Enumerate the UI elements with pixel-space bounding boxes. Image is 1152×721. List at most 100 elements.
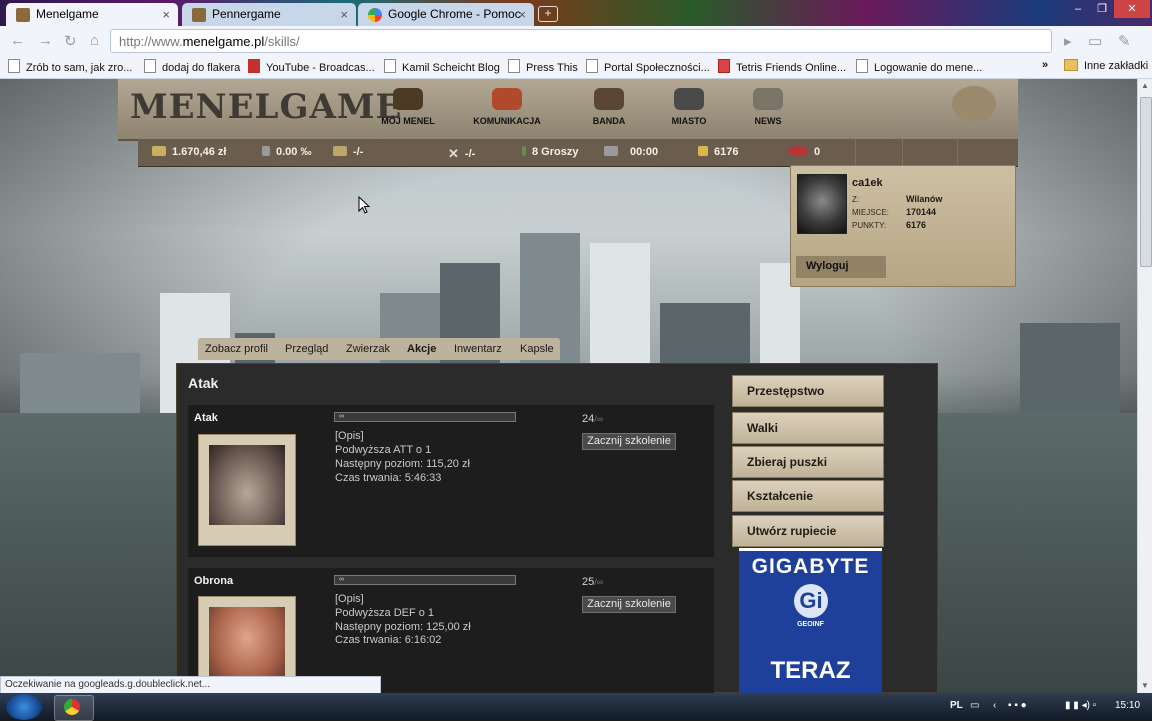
page-menu-icon[interactable]: ▭ (1088, 32, 1102, 50)
groszy-stat: 8 Groszy (522, 146, 578, 158)
keyboard-icon[interactable]: ▭ (970, 700, 979, 711)
hat-icon[interactable] (952, 86, 996, 122)
skill-duration: Czas trwania: 5:46:33 (335, 472, 442, 484)
avatar[interactable] (797, 174, 847, 234)
maximize-icon[interactable]: ❐ (1090, 0, 1114, 18)
profile-place-label: MIEJSCE: (852, 208, 889, 217)
bookmarks-overflow-icon[interactable]: » (1042, 59, 1048, 71)
tray-app-icons[interactable]: ▪ ▪ ● (1008, 700, 1027, 711)
close-window-icon[interactable]: ✕ (1114, 0, 1150, 18)
logout-button[interactable]: Wyloguj (796, 256, 886, 278)
page-icon (856, 59, 868, 73)
nav-miasto[interactable]: MIASTO (649, 88, 729, 126)
reload-icon[interactable]: ↻ (64, 32, 77, 50)
address-bar[interactable]: http://www.menelgame.pl/skills/ (110, 29, 1052, 53)
other-bookmarks[interactable]: Inne zakładki (1064, 59, 1148, 72)
menu-collect-cans[interactable]: Zbieraj puszki (732, 446, 884, 478)
close-tab-icon[interactable]: × (162, 7, 170, 22)
bookmark-item[interactable]: Zrób to sam, jak zro... (8, 59, 132, 74)
nav-banda[interactable]: BANDA (569, 88, 649, 126)
ad-cta: TERAZ (770, 657, 851, 684)
profile-from-label: Z: (852, 195, 860, 204)
browser-toolbar: ← → ↻ ⌂ http://www.menelgame.pl/skills/ … (0, 26, 1152, 56)
gigabyte-logo-icon: Gi (794, 584, 828, 618)
bottle-green-icon (522, 146, 526, 156)
language-indicator[interactable]: PL (950, 700, 963, 711)
game-logo[interactable]: MENELGAME (130, 87, 402, 127)
url-scheme: http://www. (119, 34, 183, 49)
pennergame-favicon-icon (192, 8, 206, 22)
bookmark-item[interactable]: Kamil Scheicht Blog (384, 59, 500, 74)
shoe-icon (393, 88, 423, 110)
minimize-icon[interactable]: – (1066, 0, 1090, 18)
newspaper-icon (753, 88, 783, 110)
timer-stat: 00:00 (604, 146, 658, 158)
windows-start-icon[interactable] (6, 694, 42, 720)
scroll-up-icon[interactable]: ▲ (1141, 81, 1149, 90)
menu-education[interactable]: Kształcenie (732, 480, 884, 512)
subtab-overview[interactable]: Przegląd (285, 343, 328, 355)
taskbar-clock[interactable]: 15:10 (1115, 700, 1140, 711)
home-icon[interactable]: ⌂ (90, 32, 99, 49)
skill-name: Obrona (194, 575, 234, 587)
profile-place: 170144 (906, 207, 937, 217)
subtab-profile[interactable]: Zobacz profil (205, 343, 268, 355)
menu-crime[interactable]: Przestępstwo (732, 375, 884, 407)
skill-description-link[interactable]: [Opis] (335, 430, 364, 442)
bookmark-item[interactable]: Tetris Friends Online... (718, 59, 846, 74)
nav-moj-menel[interactable]: MÓJ MENEL (368, 88, 448, 126)
scrollbar-thumb[interactable] (1140, 97, 1152, 267)
tab-chrome-help[interactable]: Google Chrome - Pomoc × (358, 3, 534, 26)
subtab-pet[interactable]: Zwierzak (346, 343, 390, 355)
bookmark-item[interactable]: Portal Społeczności... (586, 59, 710, 74)
nav-news[interactable]: NEWS (728, 88, 808, 126)
network-volume-icons[interactable]: ▮ ▮ ◂) ▫ (1065, 700, 1096, 711)
skill-next-level: Następny poziom: 115,20 zł (335, 458, 470, 470)
mouse-cursor-icon (358, 196, 370, 214)
tetris-icon (718, 59, 730, 73)
subtab-inventory[interactable]: Inwentarz (454, 343, 502, 355)
skill-effect: Podwyższa DEF o 1 (335, 607, 435, 619)
forward-icon[interactable]: → (38, 32, 53, 49)
google-favicon-icon (368, 8, 382, 22)
skill-progress-bar: ∞ (334, 412, 516, 422)
profile-points-label: PUNKTY: (852, 221, 887, 230)
start-training-button[interactable]: Zacznij szkolenie (582, 596, 676, 613)
bookmark-item[interactable]: Logowanie do mene... (856, 59, 982, 74)
start-training-button[interactable]: Zacznij szkolenie (582, 433, 676, 450)
menu-create-junk[interactable]: Utwórz rupiecie (732, 515, 884, 547)
profile-name[interactable]: ca1ek (852, 177, 883, 189)
feet-image (209, 607, 285, 685)
page-icon (508, 59, 520, 73)
weapon-stat: ✕ -/- (448, 146, 476, 161)
page-icon (384, 59, 396, 73)
back-icon[interactable]: ← (10, 32, 25, 49)
tray-expand-icon[interactable]: ‹ (993, 700, 996, 711)
page-title: Atak (188, 375, 219, 391)
bookmark-item[interactable]: dodaj do flakera (144, 59, 240, 74)
new-tab-button[interactable]: + (538, 6, 558, 22)
close-tab-icon[interactable]: × (518, 7, 526, 22)
wrench-icon[interactable]: ✎ (1118, 32, 1131, 50)
nav-komunikacja[interactable]: KOMUNIKACJA (467, 88, 547, 126)
tab-pennergame[interactable]: Pennergame × (182, 3, 356, 26)
skill-description-link[interactable]: [Opis] (335, 593, 364, 605)
group-icon (594, 88, 624, 110)
fists-image (209, 445, 285, 525)
scroll-down-icon[interactable]: ▼ (1141, 681, 1149, 690)
menu-fights[interactable]: Walki (732, 412, 884, 444)
subtab-caps[interactable]: Kapsle (520, 343, 554, 355)
url-host: menelgame.pl (182, 34, 265, 49)
play-icon[interactable]: ▸ (1064, 32, 1072, 50)
trophy-icon (698, 146, 708, 156)
bookmark-item[interactable]: YouTube - Broadcas... (248, 59, 375, 74)
page-scrollbar[interactable]: ▲ ▼ (1137, 79, 1152, 693)
advertisement[interactable]: GIGABYTE Gi GEOINF TERAZ (739, 548, 882, 697)
subtab-actions[interactable]: Akcje (407, 343, 436, 355)
bookmark-item[interactable]: Press This (508, 59, 578, 74)
close-tab-icon[interactable]: × (340, 7, 348, 22)
bread-icon (333, 146, 347, 156)
crossed-swords-icon: ✕ (448, 146, 459, 161)
tab-menelgame[interactable]: Menelgame × (6, 3, 178, 26)
item1-stat: -/- (333, 146, 363, 158)
